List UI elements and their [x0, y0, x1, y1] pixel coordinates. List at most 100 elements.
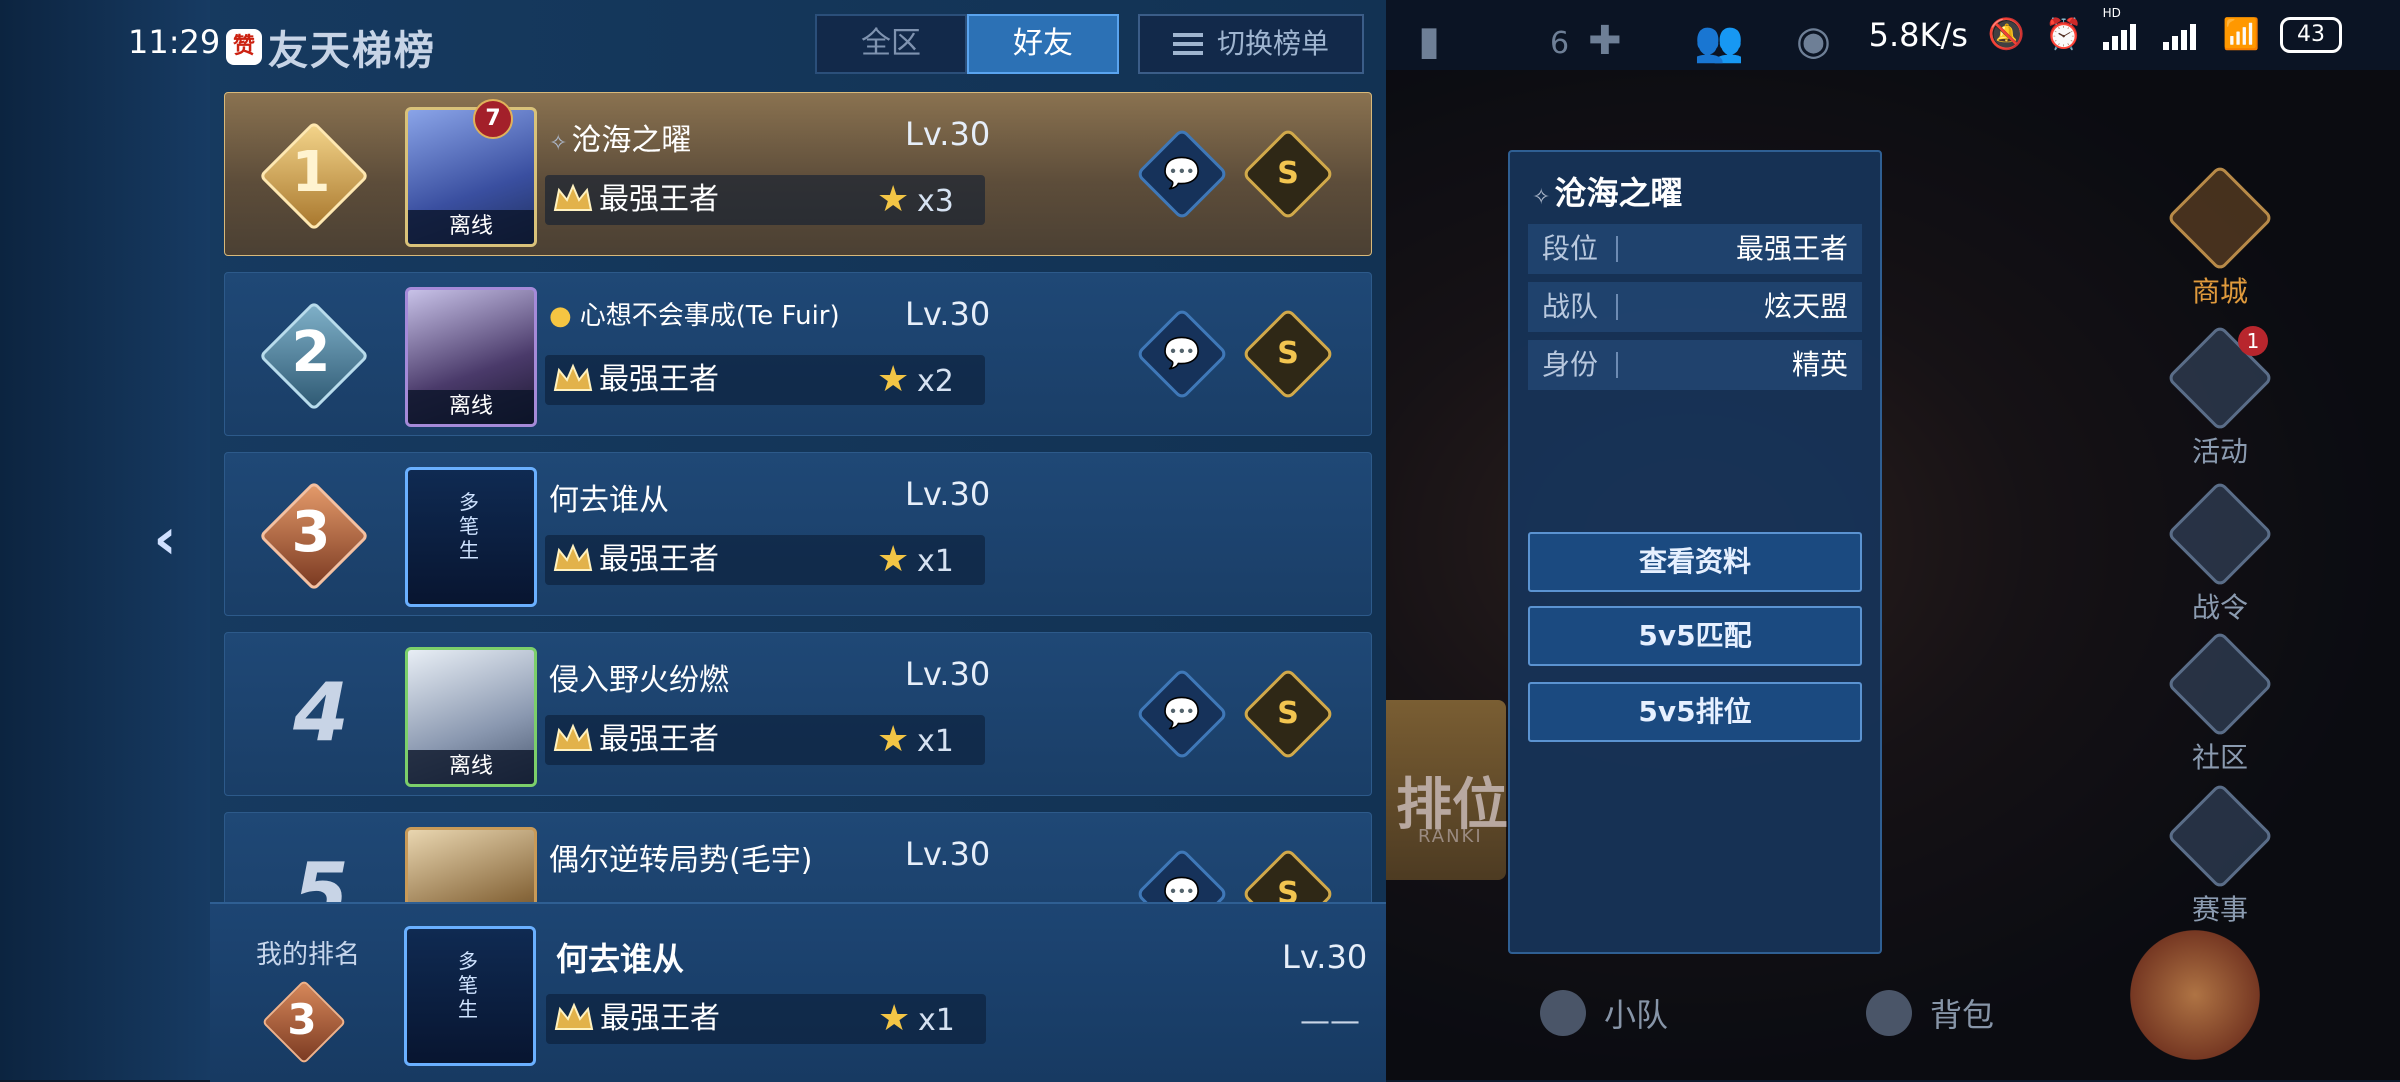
mute-bell-icon: 🔕	[1987, 17, 2026, 52]
trophy-icon	[2166, 782, 2274, 890]
tier-bar: 最强王者 ★ x1	[545, 535, 985, 585]
battle-pass-button[interactable]: 战令	[2166, 480, 2274, 626]
gift-button[interactable]: S	[1241, 127, 1335, 221]
card-icon[interactable]: ▮	[1418, 18, 1440, 64]
mascot-avatar[interactable]	[2130, 930, 2260, 1060]
player-name: 侵入野火纷燃	[549, 663, 729, 698]
shop-icon	[2166, 164, 2274, 272]
player-level: Lv.30	[905, 115, 991, 153]
backpack-button[interactable]: 背包	[1866, 990, 1994, 1036]
friends-icon[interactable]: 👥	[1694, 18, 1744, 65]
avatar[interactable]	[405, 827, 537, 902]
chat-bubble-icon: 💬	[1163, 336, 1201, 371]
player-level: Lv.30	[905, 475, 991, 513]
tab-all-region[interactable]: 全区	[815, 14, 967, 74]
detail-player-name: ✧ 沧海之曜	[1532, 174, 1683, 212]
ranking-banner-sub: RANKI	[1418, 826, 1483, 847]
avatar[interactable]: 离线	[405, 287, 537, 427]
qq-penguin-icon: ●	[549, 301, 572, 331]
signal-icon-2	[2162, 20, 2203, 50]
rank-number: 4	[293, 666, 349, 759]
gift-button[interactable]: S	[1241, 667, 1335, 761]
gift-button[interactable]: S	[1241, 847, 1335, 902]
player-detail-panel: ✧ 沧海之曜 段位 最强王者 战队 炫天盟 身份 精英 查看资料 5v5匹配 5v5排位	[1508, 150, 1882, 954]
eye-icon[interactable]: ◉	[1796, 18, 1831, 64]
avatar[interactable]: 多笔生	[405, 467, 537, 607]
my-rank-label: 我的排名	[256, 940, 361, 970]
my-level: Lv.30	[1282, 938, 1368, 976]
chevron-left-icon[interactable]: ‹	[140, 510, 190, 570]
title-badge-icon: 赞	[226, 29, 262, 65]
events-button[interactable]: 赛事	[2166, 782, 2274, 928]
status-time: 11:29	[128, 23, 221, 61]
my-avatar[interactable]: 多笔生	[404, 926, 536, 1066]
crown-icon	[553, 363, 593, 391]
net-speed: 5.8K/s	[1868, 16, 1968, 54]
status-icons: 5.8K/s 🔕 ⏰ HD 📶 43	[1869, 0, 2342, 70]
gift-coin-icon: S	[1277, 156, 1299, 191]
wifi-icon: 📶	[2222, 17, 2260, 52]
hd-label: HD	[2102, 6, 2121, 20]
switch-leaderboard-label: 切换榜单	[1216, 27, 1329, 60]
offline-label: 离线	[408, 210, 534, 244]
player-level: Lv.30	[905, 655, 991, 693]
player-name: ✧ 沧海之曜	[549, 123, 692, 158]
tier-bar: 最强王者 ★ x2	[545, 355, 985, 405]
activity-button[interactable]: 活动	[2166, 324, 2274, 470]
leaderboard-row[interactable]: 4 离线 侵入野火纷燃 Lv.30 最强王者 ★ x1 💬 S	[224, 632, 1372, 796]
rank-badge-bronze: 3	[258, 480, 370, 592]
sparkle-icon: ✧	[1532, 185, 1551, 210]
chat-button[interactable]: 💬	[1135, 127, 1229, 221]
leaderboard-row[interactable]: 1 离线 7 ✧ 沧海之曜 Lv.30 最强王者 ★ x3 💬 S	[224, 92, 1372, 256]
team-button[interactable]: 小队	[1540, 990, 1668, 1036]
gift-coin-icon: S	[1277, 876, 1299, 902]
player-level: Lv.30	[905, 295, 991, 333]
notification-badge: 1	[2238, 326, 2268, 356]
star-icon: ★	[877, 359, 910, 400]
chat-bubble-icon: 💬	[1163, 156, 1201, 191]
leaderboard-list[interactable]: 1 离线 7 ✧ 沧海之曜 Lv.30 最强王者 ★ x3 💬 S 2 离线 ● 心…	[224, 92, 1372, 902]
tab-friends[interactable]: 好友	[967, 14, 1119, 74]
player-name: ● 心想不会事成(Te Fuir)	[549, 301, 840, 331]
5v5-ranked-button[interactable]: 5v5排位	[1528, 682, 1862, 742]
leaderboard-row[interactable]: 5 偶尔逆转局势(毛宇) Lv.30 💬 S	[224, 812, 1372, 902]
shop-button[interactable]: 商城	[2166, 164, 2274, 310]
crown-icon	[554, 1002, 594, 1030]
add-icon[interactable]: ✚	[1588, 18, 1622, 64]
chat-button[interactable]: 💬	[1135, 307, 1229, 401]
star-icon: ★	[877, 719, 910, 760]
scope-tabs: 全区 好友	[815, 14, 1119, 74]
tier-bar: 最强王者 ★ x1	[545, 715, 985, 765]
gift-button[interactable]: S	[1241, 307, 1335, 401]
detail-row-role: 身份 精英	[1528, 340, 1862, 390]
vip-badge: 7	[473, 99, 513, 139]
player-level: Lv.30	[905, 835, 991, 873]
star-icon: ★	[877, 179, 910, 220]
gift-coin-icon: S	[1277, 696, 1299, 731]
community-icon	[2166, 630, 2274, 738]
5v5-match-button[interactable]: 5v5匹配	[1528, 606, 1862, 666]
avatar[interactable]: 离线	[405, 647, 537, 787]
signal-icon: HD	[2102, 6, 2143, 50]
leaderboard-row[interactable]: 3 多笔生 何去谁从 Lv.30 最强王者 ★ x1	[224, 452, 1372, 616]
switch-leaderboard-button[interactable]: 切换榜单	[1138, 14, 1364, 74]
crown-icon	[553, 183, 593, 211]
star-icon: ★	[878, 998, 911, 1039]
rank-badge-bronze: 3	[261, 979, 347, 1065]
chat-button[interactable]: 💬	[1135, 847, 1229, 902]
battle-pass-icon	[2166, 480, 2274, 588]
leaderboard-row[interactable]: 2 离线 ● 心想不会事成(Te Fuir) Lv.30 最强王者 ★ x2 💬 …	[224, 272, 1372, 436]
crown-icon	[553, 543, 593, 571]
calligraphy-art: 多笔生	[459, 490, 479, 562]
my-score-placeholder: ——	[1300, 1004, 1360, 1039]
page-title: 友天梯榜	[268, 28, 436, 74]
chat-bubble-icon: 💬	[1163, 876, 1201, 902]
chat-button[interactable]: 💬	[1135, 667, 1229, 761]
backpack-icon	[1866, 990, 1912, 1036]
avatar[interactable]: 离线	[405, 107, 537, 247]
my-rank-bar: 我的排名 3 多笔生 何去谁从 Lv.30 最强王者 ★ x1 ——	[210, 902, 1386, 1082]
view-profile-button[interactable]: 查看资料	[1528, 532, 1862, 592]
friend-count: 6	[1550, 26, 1570, 61]
battery-icon: 43	[2280, 17, 2342, 53]
community-button[interactable]: 社区	[2166, 630, 2274, 776]
